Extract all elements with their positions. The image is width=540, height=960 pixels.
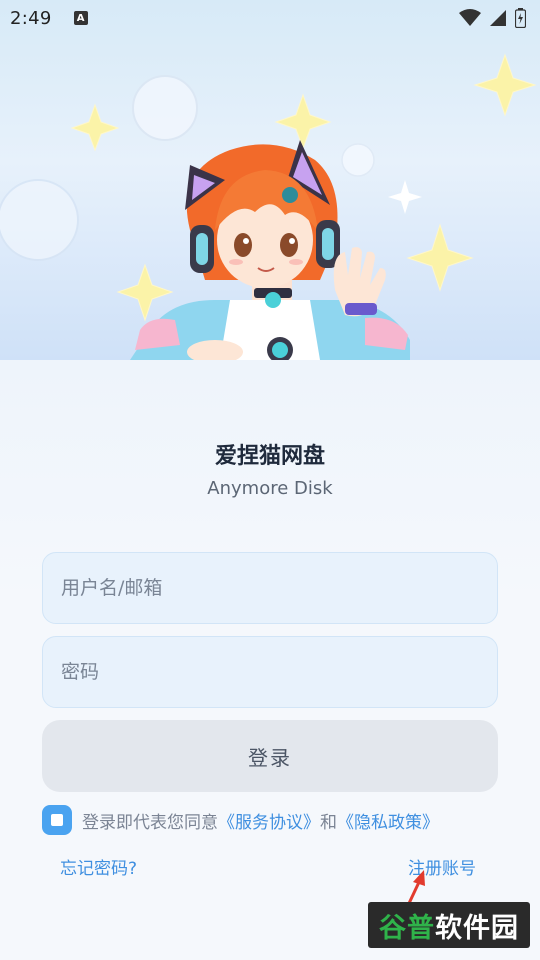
wifi-icon [459,9,481,26]
login-button[interactable]: 登录 [42,720,498,792]
app-title: 爱捏猫网盘 [214,444,325,469]
privacy-policy-link[interactable]: 《隐私政策》 [337,808,439,833]
hero-banner [0,0,540,360]
watermark-logo: 谷普 软件园 [368,902,530,948]
checkbox-check-icon [51,814,63,826]
username-input[interactable] [61,577,497,599]
password-field[interactable] [42,636,498,708]
agreement-row: 登录即代表您同意 《服务协议》 和 《隐私政策》 [42,804,439,836]
agreement-prefix: 登录即代表您同意 [82,812,218,833]
battery-icon [515,8,526,28]
cell-signal-icon [490,10,506,26]
status-time: 2:49 [10,7,52,29]
app-subtitle: Anymore Disk [207,478,333,499]
anime-cat-girl-illustration [0,53,537,360]
agreement-and: 和 [320,812,337,833]
terms-of-service-link[interactable]: 《服务协议》 [218,808,320,833]
watermark-green-text: 谷普 [379,912,435,944]
watermark-white-text: 软件园 [435,912,519,944]
forgot-password-link[interactable]: 忘记密码? [60,854,137,879]
status-bar: 2:49 A [0,0,540,36]
password-input[interactable] [61,661,497,683]
status-icons [459,8,526,28]
username-field[interactable] [42,552,498,624]
agreement-checkbox[interactable] [42,805,72,835]
accessibility-a-icon: A [73,11,88,25]
